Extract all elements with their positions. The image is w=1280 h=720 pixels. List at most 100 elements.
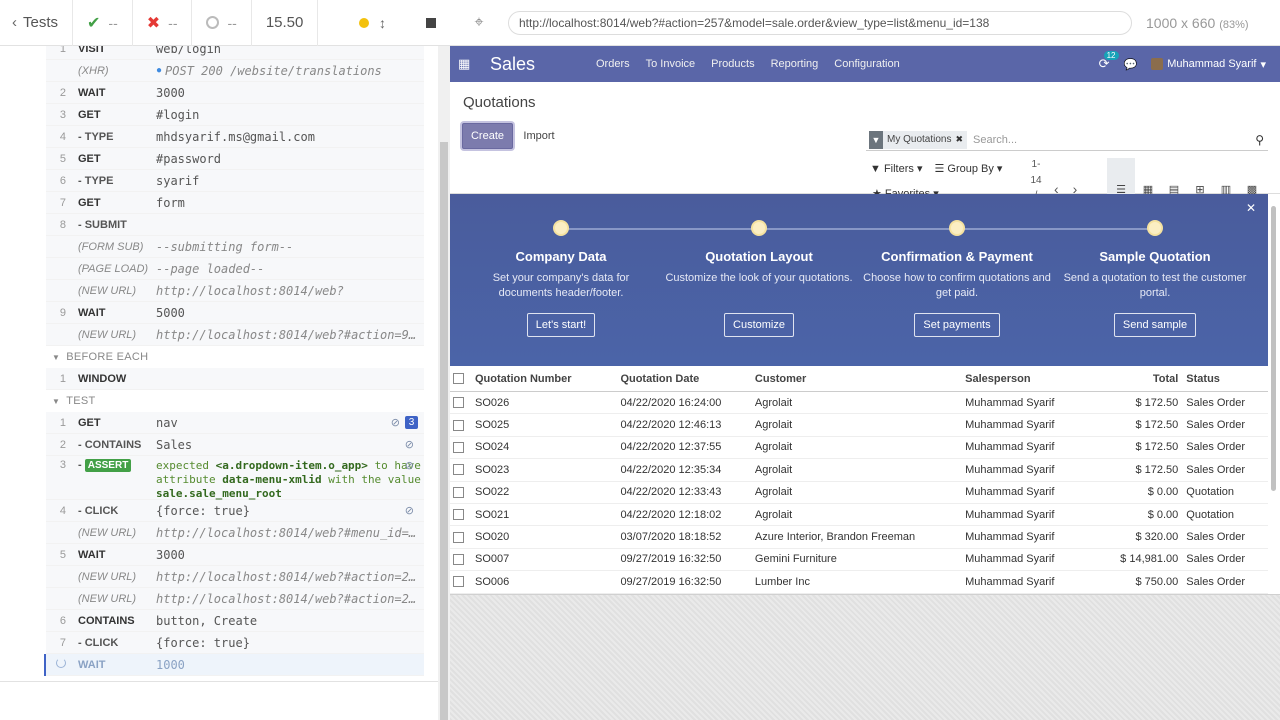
command-row[interactable]: 1 GET nav 3 ⊘ bbox=[46, 412, 424, 434]
command-row[interactable]: (NEW URL) http://localhost:8014/web?#acti… bbox=[46, 566, 424, 588]
app-scrollbar[interactable] bbox=[1267, 194, 1280, 592]
create-button[interactable]: Create bbox=[462, 123, 513, 149]
command-name: - TYPE bbox=[78, 174, 114, 187]
scrollbar-thumb[interactable] bbox=[1271, 206, 1276, 491]
assert-row[interactable]: 3 - ASSERT expected <a.dropdown-item.o_app… bbox=[46, 456, 424, 500]
table-row[interactable]: SO023 04/22/2020 12:35:34 Agrolait Muhammad… bbox=[450, 459, 1268, 482]
row-checkbox[interactable] bbox=[453, 531, 464, 543]
command-row[interactable]: 1 WINDOW bbox=[46, 368, 424, 390]
table-row[interactable]: SO021 04/22/2020 12:18:02 Agrolait Muhammad… bbox=[450, 504, 1268, 527]
command-row[interactable]: 7 GET form bbox=[46, 192, 424, 214]
table-row[interactable]: SO022 04/22/2020 12:33:43 Agrolait Muhammad… bbox=[450, 482, 1268, 504]
tests-link[interactable]: ‹ Tests bbox=[0, 0, 74, 46]
table-row[interactable]: SO025 04/22/2020 12:46:13 Agrolait Muhammad… bbox=[450, 414, 1268, 437]
table-row[interactable]: SO020 03/07/2020 18:18:52 Azure Interior, … bbox=[450, 526, 1268, 549]
command-row[interactable]: (XHR) ● POST 200 /website/translations bbox=[46, 60, 424, 82]
stop-button[interactable] bbox=[426, 17, 436, 28]
filters-dropdown[interactable]: ▼ Filters ▾ bbox=[870, 162, 922, 175]
total-cell: $ 0.00 bbox=[1147, 508, 1179, 521]
command-row[interactable]: (NEW URL) http://localhost:8014/web?#acti… bbox=[46, 324, 424, 346]
command-row[interactable]: (PAGE LOAD) --page loaded-- bbox=[46, 258, 424, 280]
command-log-scrollbar[interactable] bbox=[438, 46, 450, 720]
search-input[interactable]: Search... bbox=[973, 134, 1255, 146]
chat-icon[interactable]: 💬 bbox=[1124, 58, 1138, 71]
command-row[interactable]: (NEW URL) http://localhost:8014/web?#menu… bbox=[46, 522, 424, 544]
table-row[interactable]: SO026 04/22/2020 16:24:00 Agrolait Muhammad… bbox=[450, 392, 1268, 415]
close-icon[interactable]: ✕ bbox=[1246, 201, 1256, 215]
hidden-eye-icon: ⊘ bbox=[404, 505, 414, 517]
command-row[interactable]: 3 GET #login bbox=[46, 104, 424, 126]
selector-playground-icon[interactable]: ⌖ bbox=[450, 14, 508, 32]
command-row[interactable]: (NEW URL) http://localhost:8014/web?#acti… bbox=[46, 588, 424, 610]
command-row[interactable]: 9 WAIT 5000 bbox=[46, 302, 424, 324]
passed-stat: ✔ -- bbox=[73, 0, 133, 46]
col-header[interactable]: Salesperson bbox=[965, 373, 1102, 385]
row-checkbox[interactable] bbox=[453, 576, 464, 588]
hook-header[interactable]: ▼ TEST bbox=[46, 390, 424, 412]
groupby-dropdown[interactable]: ☰ Group By ▾ bbox=[934, 162, 1002, 175]
menu-item[interactable]: Orders bbox=[588, 58, 638, 70]
table-row[interactable]: SO024 04/22/2020 12:37:55 Agrolait Muhammad… bbox=[450, 437, 1268, 460]
row-checkbox[interactable] bbox=[453, 486, 464, 498]
command-row[interactable]: 6 CONTAINS button, Create bbox=[46, 610, 424, 632]
command-row[interactable]: 7 - CLICK {force: true} bbox=[46, 632, 424, 654]
row-checkbox[interactable] bbox=[453, 419, 464, 431]
command-message: #login bbox=[156, 107, 200, 122]
onboarding-step: Confirmation & Payment Choose how to conf… bbox=[862, 220, 1052, 337]
activity-icon[interactable]: ⟳ 12 bbox=[1099, 51, 1119, 72]
auto-scroll-indicator-icon[interactable] bbox=[359, 17, 369, 28]
customer-cell: Azure Interior, Brandon Freeman bbox=[754, 531, 916, 544]
command-number: 9 bbox=[59, 306, 66, 319]
pending-command-row[interactable]: WAIT 1000 bbox=[44, 654, 424, 676]
step-button[interactable]: Let's start! bbox=[526, 313, 596, 337]
passed-count: -- bbox=[108, 14, 118, 31]
total-cell: $ 320.00 bbox=[1135, 531, 1179, 544]
import-button[interactable]: Import bbox=[518, 123, 560, 149]
col-header[interactable]: Status bbox=[1178, 373, 1268, 385]
row-checkbox[interactable] bbox=[453, 464, 464, 476]
command-message: web/login bbox=[156, 46, 222, 56]
col-header[interactable]: Total bbox=[1103, 373, 1178, 385]
scrollbar-thumb[interactable] bbox=[440, 142, 448, 720]
command-message: http://localhost:8014/web?#action=9… bbox=[156, 327, 417, 342]
row-checkbox[interactable] bbox=[453, 509, 464, 521]
apps-grid-icon[interactable]: ▦ bbox=[450, 56, 476, 72]
command-row[interactable]: (NEW URL) http://localhost:8014/web? bbox=[46, 280, 424, 302]
row-checkbox[interactable] bbox=[453, 553, 464, 565]
command-row[interactable]: 2 - CONTAINS Sales ⊘ bbox=[46, 434, 424, 456]
table-row[interactable]: SO006 09/27/2019 16:32:50 Lumber Inc Muhamm… bbox=[450, 571, 1268, 594]
search-icon[interactable]: ⚲ bbox=[1255, 133, 1264, 147]
select-all-checkbox[interactable] bbox=[453, 373, 464, 384]
command-name: GET bbox=[78, 416, 101, 429]
col-header[interactable]: Quotation Date bbox=[620, 373, 754, 385]
menu-item[interactable]: Configuration bbox=[826, 58, 907, 70]
remove-facet-icon[interactable]: ✖ bbox=[955, 134, 967, 145]
command-row[interactable]: 4 - CLICK {force: true} ⊘ bbox=[46, 500, 424, 522]
facet-label: My Quotations bbox=[887, 134, 952, 145]
step-button[interactable]: Customize bbox=[724, 313, 794, 337]
hook-header[interactable]: ▼ BEFORE EACH bbox=[46, 346, 424, 368]
command-row[interactable]: 5 WAIT 3000 bbox=[46, 544, 424, 566]
row-checkbox[interactable] bbox=[453, 397, 464, 409]
command-row[interactable]: 4 - TYPE mhdsyarif.ms@gmail.com bbox=[46, 126, 424, 148]
command-row[interactable]: (FORM SUB) --submitting form-- bbox=[46, 236, 424, 258]
menu-item[interactable]: Products bbox=[703, 58, 762, 70]
app-name[interactable]: Sales bbox=[490, 54, 580, 75]
auto-scroll-toggle-icon[interactable]: ↕ bbox=[379, 15, 386, 31]
col-header[interactable]: Quotation Number bbox=[475, 373, 620, 385]
command-row[interactable]: 6 - TYPE syarif bbox=[46, 170, 424, 192]
command-row[interactable]: 2 WAIT 3000 bbox=[46, 82, 424, 104]
aut-url[interactable]: http://localhost:8014/web?#action=257&mo… bbox=[508, 10, 1132, 35]
step-button[interactable]: Set payments bbox=[914, 313, 1000, 337]
col-header[interactable]: Customer bbox=[755, 373, 965, 385]
row-checkbox[interactable] bbox=[453, 441, 464, 453]
step-button[interactable]: Send sample bbox=[1113, 313, 1197, 337]
command-row[interactable]: 1 VISIT web/login bbox=[46, 46, 424, 60]
command-row[interactable]: 5 GET #password bbox=[46, 148, 424, 170]
table-row[interactable]: SO007 09/27/2019 16:32:50 Gemini Furniture… bbox=[450, 549, 1268, 572]
command-row[interactable]: 8 - SUBMIT bbox=[46, 214, 424, 236]
hidden-eye-icon: ⊘ bbox=[404, 460, 414, 472]
user-menu[interactable]: Muhammad Syarif ▾ bbox=[1151, 58, 1266, 71]
menu-item[interactable]: To Invoice bbox=[638, 58, 704, 70]
menu-item[interactable]: Reporting bbox=[763, 58, 827, 70]
